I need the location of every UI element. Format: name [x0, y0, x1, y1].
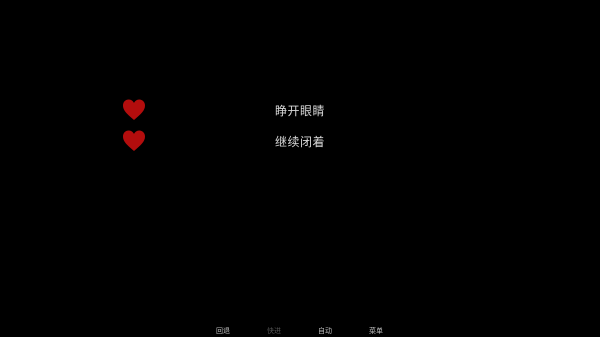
quick-menu: 回退 快进 自动 菜单: [0, 323, 600, 337]
back-button[interactable]: 回退: [216, 326, 230, 336]
auto-button[interactable]: 自动: [318, 326, 332, 336]
choice-label: 继续闭着: [274, 135, 325, 149]
skip-button[interactable]: 快进: [267, 326, 281, 336]
choice-open-eyes[interactable]: 睁开眼睛: [110, 97, 490, 125]
menu-button[interactable]: 菜单: [369, 326, 383, 336]
choice-label: 睁开眼睛: [274, 104, 325, 118]
choice-keep-closed[interactable]: 继续闭着: [110, 128, 490, 156]
game-screen: 睁开眼睛 继续闭着 回退 快进 自动 菜单: [0, 0, 600, 337]
